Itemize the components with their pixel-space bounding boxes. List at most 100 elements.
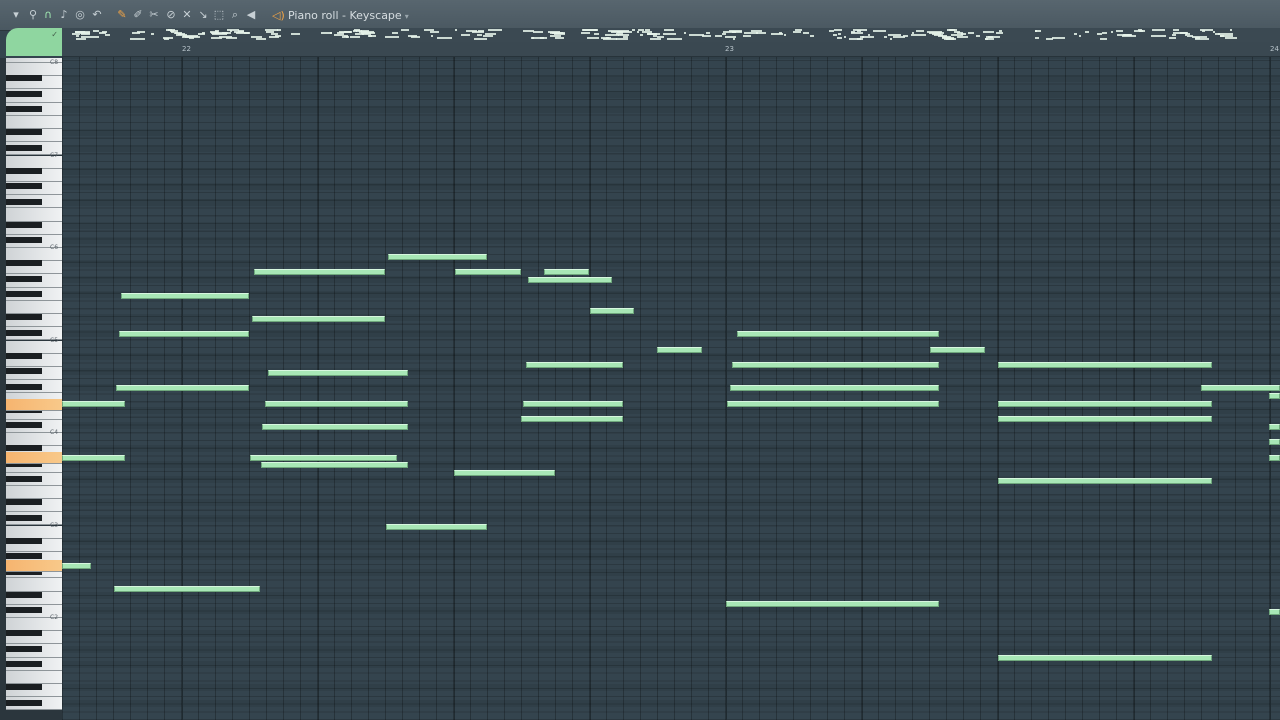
stamp-icon[interactable]: ◎ (74, 9, 86, 21)
midi-note[interactable] (998, 478, 1212, 484)
midi-note[interactable] (737, 331, 939, 337)
midi-note[interactable] (1201, 385, 1280, 391)
midi-note[interactable] (454, 470, 555, 476)
midi-note[interactable] (657, 347, 702, 353)
midi-note[interactable] (544, 269, 589, 275)
white-key[interactable] (6, 578, 62, 592)
midi-note[interactable] (114, 586, 260, 592)
midi-note[interactable] (730, 385, 939, 391)
black-key[interactable] (6, 314, 42, 321)
black-key[interactable] (6, 553, 42, 560)
black-key[interactable] (6, 291, 42, 298)
slip-tool-icon[interactable]: ✕ (181, 9, 193, 21)
black-key[interactable] (6, 499, 42, 506)
pencil-icon[interactable]: ✎ (116, 9, 128, 21)
midi-note[interactable] (62, 563, 91, 569)
midi-note[interactable] (528, 277, 612, 283)
midi-note[interactable] (262, 424, 408, 430)
black-key[interactable] (6, 106, 42, 113)
midi-note[interactable] (1269, 393, 1280, 399)
speaker-icon[interactable]: ◁) (272, 9, 285, 22)
highlighted-key[interactable] (6, 452, 62, 464)
midi-note[interactable] (121, 293, 249, 299)
playback-tool-icon[interactable]: ◀ (245, 9, 257, 21)
midi-note[interactable] (116, 385, 249, 391)
midi-note[interactable] (254, 269, 385, 275)
undo-icon[interactable]: ↶ (91, 9, 103, 21)
black-key[interactable] (6, 183, 42, 190)
black-key[interactable] (6, 630, 42, 637)
white-key[interactable] (6, 485, 62, 500)
piano-keyboard[interactable]: C8 C7 C6 C5 C4 C3 C2 (0, 58, 62, 720)
midi-note[interactable] (62, 401, 125, 407)
highlighted-key[interactable] (6, 399, 62, 411)
black-key[interactable] (6, 260, 42, 267)
black-key[interactable] (6, 167, 42, 174)
midi-note[interactable] (1269, 439, 1280, 445)
midi-note[interactable] (252, 316, 385, 322)
midi-note[interactable] (1269, 609, 1280, 615)
midi-note[interactable] (388, 254, 487, 260)
black-key[interactable] (6, 352, 42, 359)
midi-note[interactable] (590, 308, 634, 314)
midi-note[interactable] (998, 416, 1212, 422)
channel-corner-tab[interactable]: ✓ (6, 28, 62, 56)
white-key[interactable] (6, 208, 62, 222)
white-key[interactable] (6, 300, 62, 315)
black-key[interactable] (6, 514, 42, 521)
black-key[interactable] (6, 275, 42, 282)
black-key[interactable] (6, 684, 42, 691)
black-key[interactable] (6, 591, 42, 598)
black-key[interactable] (6, 607, 42, 614)
note-preview-strip[interactable] (62, 28, 1280, 42)
midi-note[interactable] (526, 362, 623, 368)
timeline-ruler[interactable]: 22 23 24 (62, 42, 1280, 57)
midi-note[interactable] (998, 362, 1212, 368)
white-key[interactable] (6, 115, 62, 130)
menu-arrow-icon[interactable]: ▾ (10, 9, 22, 21)
black-key[interactable] (6, 422, 42, 429)
midi-note[interactable] (726, 601, 939, 607)
midi-note[interactable] (1269, 424, 1280, 430)
midi-note[interactable] (998, 655, 1212, 661)
white-key[interactable] (6, 670, 62, 685)
zoom-tool-icon[interactable]: ⌕ (229, 9, 241, 21)
title-dropdown-icon[interactable]: ▾ (405, 12, 409, 21)
midi-note[interactable] (268, 370, 408, 376)
black-key[interactable] (6, 645, 42, 652)
window-title[interactable]: Piano roll - Keyscape ▾ (288, 9, 409, 22)
midi-note[interactable] (62, 455, 125, 461)
black-key[interactable] (6, 237, 42, 244)
black-key[interactable] (6, 368, 42, 375)
midi-note[interactable] (455, 269, 521, 275)
black-key[interactable] (6, 90, 42, 97)
black-key[interactable] (6, 661, 42, 668)
black-key[interactable] (6, 383, 42, 390)
black-key[interactable] (6, 144, 42, 151)
midi-note[interactable] (265, 401, 408, 407)
delete-tool-icon[interactable]: ✂ (148, 9, 160, 21)
paint-brush-icon[interactable]: ✐ (132, 9, 144, 21)
magnet-icon[interactable]: ⚲ (27, 9, 39, 21)
midi-note[interactable] (261, 462, 408, 468)
midi-note[interactable] (1269, 455, 1280, 461)
note-icon[interactable]: ♪ (58, 9, 70, 21)
slice-tool-icon[interactable]: ↘ (197, 9, 209, 21)
note-grid[interactable] (62, 57, 1280, 720)
black-key[interactable] (6, 445, 42, 452)
midi-note[interactable] (998, 401, 1212, 407)
midi-note[interactable] (119, 331, 249, 337)
midi-note[interactable] (250, 455, 397, 461)
midi-note[interactable] (732, 362, 939, 368)
black-key[interactable] (6, 198, 42, 205)
headphones-icon[interactable]: ∩ (42, 9, 54, 21)
midi-note[interactable] (930, 347, 985, 353)
midi-note[interactable] (386, 524, 487, 530)
midi-note[interactable] (523, 401, 623, 407)
black-key[interactable] (6, 75, 42, 82)
mute-tool-icon[interactable]: ⊘ (165, 9, 177, 21)
midi-note[interactable] (727, 401, 939, 407)
black-key[interactable] (6, 476, 42, 483)
highlighted-key[interactable] (6, 560, 62, 572)
select-tool-icon[interactable]: ⬚ (213, 9, 225, 21)
